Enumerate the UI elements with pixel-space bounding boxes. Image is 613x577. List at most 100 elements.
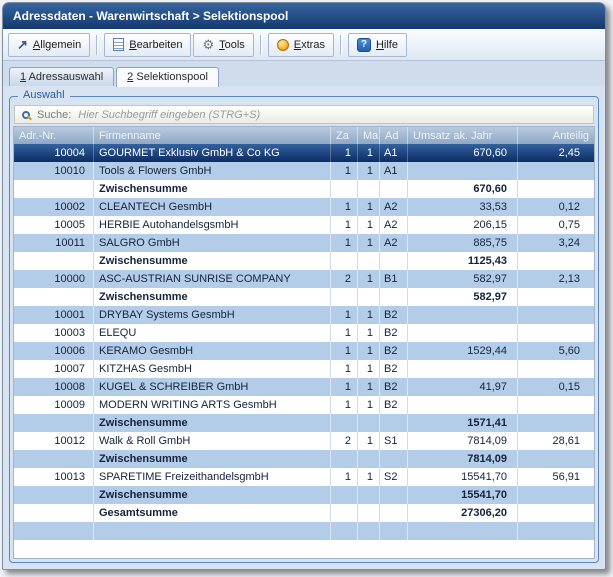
cell-adr: 10011 bbox=[14, 234, 94, 252]
cell-za: 1 bbox=[331, 378, 358, 396]
table-row[interactable]: 10008KUGEL & SCHREIBER GmbH11B241,970,15 bbox=[14, 378, 594, 396]
cell-ma: 1 bbox=[358, 360, 380, 378]
table-row-subtotal[interactable]: Zwischensumme15541,70 bbox=[14, 486, 594, 504]
cell-ad: B2 bbox=[380, 360, 408, 378]
cell-name: MODERN WRITING ARTS GesmbH bbox=[94, 396, 331, 414]
cell-name: Zwischensumme bbox=[94, 288, 331, 306]
cell-ad: B2 bbox=[380, 342, 408, 360]
cell-adr: 10002 bbox=[14, 198, 94, 216]
table-row-subtotal[interactable]: Zwischensumme1125,43 bbox=[14, 252, 594, 270]
table-row-subtotal[interactable]: Zwischensumme7814,09 bbox=[14, 450, 594, 468]
cell-name: Zwischensumme bbox=[94, 252, 331, 270]
cell-ad: B2 bbox=[380, 396, 408, 414]
cell-ad: A2 bbox=[380, 234, 408, 252]
cell-anteilig bbox=[518, 324, 594, 342]
table-rows: 10004GOURMET Exklusiv GmbH & Co KG11A167… bbox=[14, 144, 594, 558]
cell-umsatz: 15541,70 bbox=[408, 468, 518, 486]
cell-ma bbox=[358, 414, 380, 432]
cell-adr bbox=[14, 522, 94, 540]
cell-name: GOURMET Exklusiv GmbH & Co KG bbox=[94, 144, 331, 162]
table-row-subtotal[interactable]: Zwischensumme670,60 bbox=[14, 180, 594, 198]
cell-za bbox=[331, 288, 358, 306]
column-header-ad[interactable]: Ad bbox=[380, 127, 408, 144]
cell-za: 1 bbox=[331, 144, 358, 162]
cell-adr: 10012 bbox=[14, 432, 94, 450]
column-header-firmenname[interactable]: Firmenname bbox=[94, 127, 331, 144]
cell-adr bbox=[14, 252, 94, 270]
cell-za bbox=[331, 450, 358, 468]
cell-za: 1 bbox=[331, 396, 358, 414]
cell-umsatz bbox=[408, 162, 518, 180]
cell-ad: S1 bbox=[380, 432, 408, 450]
table-row[interactable]: 10006KERAMO GesmbH11B21529,445,60 bbox=[14, 342, 594, 360]
cell-za: 2 bbox=[331, 270, 358, 288]
tab-selektionspool[interactable]: 2 Selektionspool bbox=[116, 67, 219, 87]
cell-ma: 1 bbox=[358, 432, 380, 450]
help-icon: ? bbox=[357, 38, 371, 52]
table-row-total[interactable]: Gesamtsumme27306,20 bbox=[14, 504, 594, 522]
cell-anteilig bbox=[518, 522, 594, 540]
table-row-subtotal[interactable]: Zwischensumme582,97 bbox=[14, 288, 594, 306]
cell-ad: B2 bbox=[380, 378, 408, 396]
column-header-ma[interactable]: Ma bbox=[358, 127, 380, 144]
table-row[interactable]: 10004GOURMET Exklusiv GmbH & Co KG11A167… bbox=[14, 144, 594, 162]
column-header-za[interactable]: Za bbox=[331, 127, 358, 144]
cell-anteilig: 28,61 bbox=[518, 432, 594, 450]
cell-adr: 10008 bbox=[14, 378, 94, 396]
table-row[interactable]: 10007KITZHAS GesmbH11B2 bbox=[14, 360, 594, 378]
selektionspool-table: Adr.-Nr. Firmenname Za Ma Ad Umsatz ak. … bbox=[13, 126, 595, 559]
column-header-anteilig[interactable]: Anteilig bbox=[518, 127, 594, 144]
table-row[interactable]: 10003ELEQU11B2 bbox=[14, 324, 594, 342]
tab-bar: 1 Adressauswahl 2 Selektionspool bbox=[3, 61, 605, 86]
table-row[interactable]: 10002CLEANTECH GesmbH11A233,530,12 bbox=[14, 198, 594, 216]
title-bar[interactable]: Adressdaten - Warenwirtschaft > Selektio… bbox=[3, 3, 605, 29]
column-header-umsatz[interactable]: Umsatz ak. Jahr bbox=[408, 127, 518, 144]
toolbar-button-hilfe[interactable]: ? Hilfe bbox=[348, 33, 407, 57]
cell-name: ASC-AUSTRIAN SUNRISE COMPANY bbox=[94, 270, 331, 288]
table-row[interactable]: 10000ASC-AUSTRIAN SUNRISE COMPANY21B1582… bbox=[14, 270, 594, 288]
cell-ad bbox=[380, 414, 408, 432]
search-label: Suche: bbox=[37, 109, 71, 121]
cell-ad: B1 bbox=[380, 270, 408, 288]
toolbar-button-bearbeiten[interactable]: Bearbeiten bbox=[104, 33, 191, 57]
cell-anteilig: 0,12 bbox=[518, 198, 594, 216]
cell-ma: 1 bbox=[358, 198, 380, 216]
cell-anteilig bbox=[518, 360, 594, 378]
toolbar-button-tools[interactable]: ⚙ Tools bbox=[193, 33, 253, 57]
cell-umsatz: 1529,44 bbox=[408, 342, 518, 360]
cell-za: 1 bbox=[331, 324, 358, 342]
search-input[interactable]: Suche: Hier Suchbegriff eingeben (STRG+S… bbox=[14, 105, 594, 124]
toolbar-button-allgemein[interactable]: ↗ Allgemein bbox=[8, 33, 90, 57]
tab-adressauswahl[interactable]: 1 Adressauswahl bbox=[9, 67, 114, 86]
cell-umsatz: 582,97 bbox=[408, 270, 518, 288]
column-header-adr-nr[interactable]: Adr.-Nr. bbox=[14, 127, 94, 144]
cell-za bbox=[331, 522, 358, 540]
table-row[interactable]: 10011SALGRO GmbH11A2885,753,24 bbox=[14, 234, 594, 252]
table-row[interactable]: 10005HERBIE AutohandelsgsmbH11A2206,150,… bbox=[14, 216, 594, 234]
table-row[interactable]: 10009MODERN WRITING ARTS GesmbH11B2 bbox=[14, 396, 594, 414]
cell-anteilig bbox=[518, 504, 594, 522]
cell-ad bbox=[380, 288, 408, 306]
cell-name: Zwischensumme bbox=[94, 414, 331, 432]
toolbar-button-label: Allgemein bbox=[33, 39, 81, 51]
table-row-subtotal[interactable]: Zwischensumme1571,41 bbox=[14, 414, 594, 432]
cell-name: ELEQU bbox=[94, 324, 331, 342]
document-icon bbox=[113, 38, 124, 51]
cell-za bbox=[331, 252, 358, 270]
cell-umsatz bbox=[408, 396, 518, 414]
cell-za: 1 bbox=[331, 468, 358, 486]
cell-umsatz: 33,53 bbox=[408, 198, 518, 216]
toolbar-button-label: Tools bbox=[219, 39, 245, 51]
table-row[interactable]: 10013SPARETIME FreizeithandelsgmbH11S215… bbox=[14, 468, 594, 486]
cell-anteilig bbox=[518, 396, 594, 414]
cell-adr: 10001 bbox=[14, 306, 94, 324]
cell-ma: 1 bbox=[358, 342, 380, 360]
cell-ma bbox=[358, 180, 380, 198]
table-row[interactable]: 10001DRYBAY Systems GesmbH11B2 bbox=[14, 306, 594, 324]
table-row[interactable]: 10012Walk & Roll GmbH21S17814,0928,61 bbox=[14, 432, 594, 450]
cell-za bbox=[331, 486, 358, 504]
table-row-empty[interactable] bbox=[14, 522, 594, 540]
cell-name: Zwischensumme bbox=[94, 450, 331, 468]
table-row[interactable]: 10010Tools & Flowers GmbH11A1 bbox=[14, 162, 594, 180]
toolbar-button-extras[interactable]: Extras bbox=[268, 33, 334, 57]
